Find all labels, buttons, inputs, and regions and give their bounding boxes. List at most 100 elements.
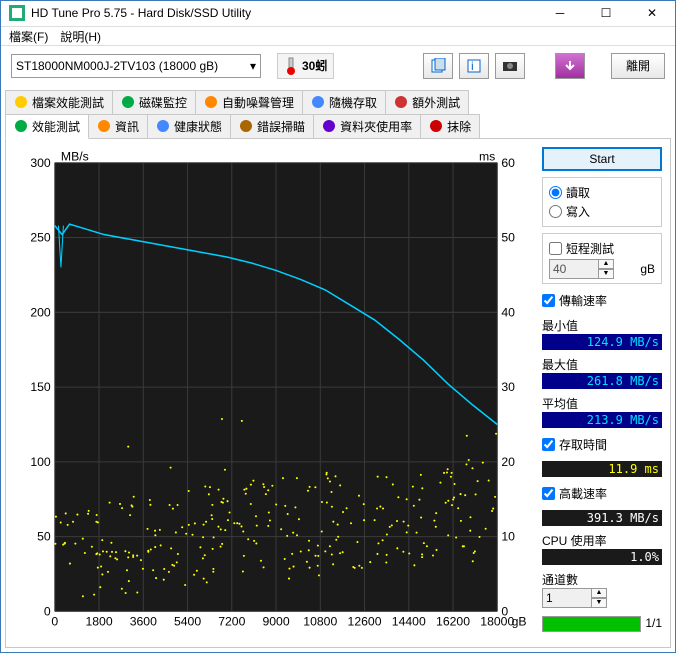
minimize-button[interactable]: ─ (537, 1, 583, 26)
avg-label: 平均值 (542, 397, 578, 411)
tab-錯誤掃瞄[interactable]: 錯誤掃瞄 (230, 114, 314, 138)
svg-text:7200: 7200 (218, 614, 245, 628)
burst-value: 391.3 MB/s (542, 510, 662, 526)
spin-down[interactable]: ▼ (598, 269, 614, 279)
svg-text:60: 60 (501, 155, 515, 169)
start-button[interactable]: Start (542, 147, 662, 171)
titlebar: HD Tune Pro 5.75 - Hard Disk/SSD Utility… (1, 1, 675, 27)
temperature-display: 30蚓 (277, 53, 334, 79)
tab-健康狀態[interactable]: 健康狀態 (147, 114, 231, 138)
tab-icon (121, 95, 135, 109)
progress-bar (542, 616, 641, 632)
tab-icon (204, 95, 218, 109)
tab-icon (156, 119, 170, 133)
screenshot-button[interactable] (495, 53, 525, 79)
tab-label: 資料夾使用率 (340, 118, 412, 135)
svg-text:MB/s: MB/s (61, 149, 89, 163)
menu-help[interactable]: 說明(H) (60, 28, 101, 45)
short-size-input (549, 259, 599, 279)
short-test-check[interactable]: 短程測試 (549, 240, 655, 257)
min-value: 124.9 MB/s (542, 334, 662, 350)
svg-text:200: 200 (30, 305, 51, 319)
tab-隨機存取[interactable]: 隨機存取 (302, 90, 386, 114)
tab-content: 0501001502002503000102030405060018003600… (5, 138, 671, 648)
app-icon (9, 5, 25, 21)
copy-info-button[interactable]: i (459, 53, 489, 79)
tab-label: 隨機存取 (329, 94, 377, 111)
tab-label: 錯誤掃瞄 (257, 118, 305, 135)
ch-up[interactable]: ▲ (591, 588, 607, 598)
close-button[interactable]: ✕ (629, 1, 675, 26)
svg-text:0: 0 (51, 614, 58, 628)
svg-text:40: 40 (501, 305, 515, 319)
tab-label: 健康狀態 (174, 118, 222, 135)
access-value: 11.9 ms (542, 461, 662, 477)
tab-資料夾使用率[interactable]: 資料夾使用率 (313, 114, 421, 138)
drive-select[interactable]: ST18000NM000J-2TV103 (18000 gB) ▾ (11, 54, 261, 78)
svg-text:50: 50 (37, 529, 51, 543)
channels-input[interactable] (542, 588, 592, 608)
exit-button[interactable]: 離開 (611, 53, 665, 79)
svg-text:gB: gB (512, 614, 527, 628)
tab-資訊[interactable]: 資訊 (88, 114, 148, 138)
menubar: 檔案(F) 說明(H) (1, 27, 675, 46)
write-radio[interactable]: 寫入 (549, 203, 655, 220)
svg-text:12600: 12600 (348, 614, 382, 628)
save-button[interactable] (555, 53, 585, 79)
tab-icon (429, 119, 443, 133)
temperature-value: 30蚓 (302, 57, 327, 74)
toolbar: ST18000NM000J-2TV103 (18000 gB) ▾ 30蚓 i … (1, 46, 675, 86)
tab-效能測試[interactable]: 效能測試 (5, 114, 89, 139)
svg-text:1800: 1800 (85, 614, 112, 628)
svg-text:30: 30 (501, 380, 515, 394)
tab-icon (14, 95, 28, 109)
drive-label: ST18000NM000J-2TV103 (18000 gB) (16, 59, 218, 73)
tab-額外測試[interactable]: 額外測試 (385, 90, 469, 114)
cpu-value: 1.0% (542, 549, 662, 565)
menu-file[interactable]: 檔案(F) (9, 28, 48, 45)
tab-icon (311, 95, 325, 109)
transfer-check[interactable]: 傳輸速率 (542, 292, 662, 309)
svg-text:5400: 5400 (174, 614, 201, 628)
svg-text:150: 150 (30, 380, 51, 394)
svg-text:250: 250 (30, 230, 51, 244)
tab-磁碟監控[interactable]: 磁碟監控 (112, 90, 196, 114)
tab-label: 資訊 (115, 118, 139, 135)
tab-自動噪聲管理[interactable]: 自動噪聲管理 (195, 90, 303, 114)
tab-檔案效能測試[interactable]: 檔案效能測試 (5, 90, 113, 114)
channels-spinner[interactable]: ▲▼ (542, 588, 662, 608)
tabs-row-top: 檔案效能測試磁碟監控自動噪聲管理 隨機存取 額外測試 (5, 90, 671, 114)
spin-up[interactable]: ▲ (598, 259, 614, 269)
min-label: 最小值 (542, 319, 578, 333)
burst-check[interactable]: 高載速率 (542, 485, 662, 502)
tab-label: 抹除 (447, 118, 471, 135)
short-size-spinner[interactable]: ▲▼ (549, 259, 614, 279)
tab-label: 額外測試 (412, 94, 460, 111)
tab-icon (322, 119, 336, 133)
maximize-button[interactable]: ☐ (583, 1, 629, 26)
tab-label: 檔案效能測試 (32, 94, 104, 111)
ch-down[interactable]: ▼ (591, 598, 607, 608)
svg-text:3600: 3600 (130, 614, 157, 628)
svg-text:300: 300 (30, 155, 51, 169)
max-label: 最大值 (542, 358, 578, 372)
tab-label: 效能測試 (32, 118, 80, 135)
tabs-row-bottom: 效能測試 資訊 健康狀態 錯誤掃瞄 資料夾使用率 抹除 (5, 114, 671, 138)
access-check[interactable]: 存取時間 (542, 436, 662, 453)
svg-text:0: 0 (44, 604, 51, 618)
svg-text:10: 10 (501, 529, 515, 543)
svg-text:ms: ms (479, 149, 495, 163)
copy-text-button[interactable] (423, 53, 453, 79)
svg-text:20: 20 (501, 455, 515, 469)
tab-icon (394, 95, 408, 109)
tab-icon (14, 119, 28, 133)
window-title: HD Tune Pro 5.75 - Hard Disk/SSD Utility (31, 6, 537, 20)
tab-抹除[interactable]: 抹除 (420, 114, 480, 138)
benchmark-chart: 0501001502002503000102030405060018003600… (14, 147, 534, 639)
read-radio[interactable]: 讀取 (549, 184, 655, 201)
side-panel: Start 讀取 寫入 短程測試 ▲▼ gB 傳輸速率 (542, 147, 662, 639)
max-value: 261.8 MB/s (542, 373, 662, 389)
channels-label: 通道數 (542, 573, 578, 587)
progress-text: 1/1 (645, 616, 662, 630)
svg-text:16200: 16200 (436, 614, 470, 628)
